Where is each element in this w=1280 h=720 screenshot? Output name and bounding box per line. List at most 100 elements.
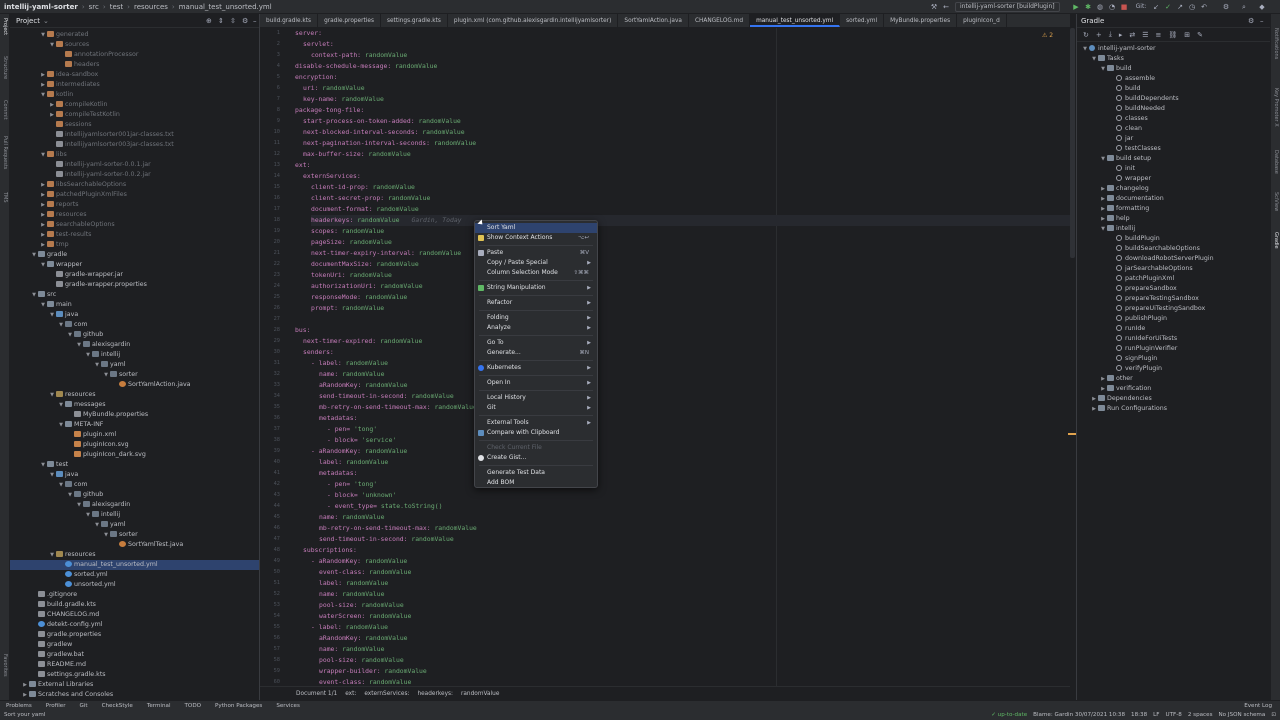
link-icon[interactable]: ⛓ (1168, 31, 1177, 39)
tool-services[interactable]: Services (276, 703, 300, 709)
chevron-right-icon[interactable]: ▶ (1099, 214, 1107, 224)
tool-window-tms[interactable]: TMS (2, 192, 8, 203)
menu-item-analyze[interactable]: Analyze ▶ (475, 323, 597, 333)
gradle-tree-item[interactable]: jarSearchableOptions (1077, 264, 1270, 274)
chevron-right-icon[interactable]: ▶ (48, 110, 56, 120)
chevron-right-icon[interactable]: ▶ (39, 210, 47, 220)
tool-terminal[interactable]: Terminal (147, 703, 171, 709)
menu-item-go-to[interactable]: Go To ▶ (475, 338, 597, 348)
execute-task-icon[interactable]: ▸ (1119, 31, 1123, 39)
project-tree-item[interactable]: intellij-yaml-sorter-0.0.1.jar (10, 160, 259, 170)
editor-tab[interactable]: SortYamlAction.java (618, 14, 689, 27)
git-update-icon[interactable]: ↙ (1152, 3, 1160, 11)
project-tree-item[interactable]: annotationProcessor (10, 50, 259, 60)
project-tree-item[interactable]: detekt-config.yml (10, 620, 259, 630)
breadcrumb-document[interactable]: Document 1/1 (296, 691, 337, 697)
chevron-down-icon[interactable]: ▼ (39, 460, 47, 470)
tool-event-log[interactable]: Event Log (1244, 703, 1272, 709)
project-tree-item[interactable]: ▶ searchableOptions (10, 220, 259, 230)
menu-item-compare-with-clipboard[interactable]: Compare with Clipboard (475, 428, 597, 438)
project-tree-item[interactable]: ▶ patchedPluginXmlFiles (10, 190, 259, 200)
reload-icon[interactable]: ↻ (1083, 31, 1089, 39)
gradle-tree-item[interactable]: publishPlugin (1077, 314, 1270, 324)
collapse-all-icon[interactable]: ≡ (1156, 31, 1162, 39)
project-tree-item[interactable]: ▶ External Libraries (10, 680, 259, 690)
gradle-tree-item[interactable]: ▶ changelog (1077, 184, 1270, 194)
chevron-down-icon[interactable]: ▼ (93, 360, 101, 370)
chevron-down-icon[interactable]: ▼ (84, 350, 92, 360)
project-tree-item[interactable]: ▼ intellij (10, 510, 259, 520)
minimize-icon[interactable]: – (253, 17, 257, 25)
editor-tab[interactable]: gradle.properties (318, 14, 381, 27)
project-tree-item[interactable]: ▼ alexisgardin (10, 340, 259, 350)
status-line-separator[interactable]: LF (1153, 712, 1159, 718)
chevron-right-icon[interactable]: ▶ (39, 190, 47, 200)
chevron-down-icon[interactable]: ▼ (84, 510, 92, 520)
project-tree-item[interactable]: pluginIcon_dark.svg (10, 450, 259, 460)
gradle-tree-item[interactable]: clean (1077, 124, 1270, 134)
project-tree-item[interactable]: ▼ generated (10, 30, 259, 40)
project-tree-item[interactable]: headers (10, 60, 259, 70)
gradle-tree-item[interactable]: buildPlugin (1077, 234, 1270, 244)
chevron-right-icon[interactable]: ▶ (39, 230, 47, 240)
gradle-tree-item[interactable]: ▶ help (1077, 214, 1270, 224)
project-tree-item[interactable]: ▼ yaml (10, 360, 259, 370)
project-tree-item[interactable]: ▼ java (10, 470, 259, 480)
chevron-right-icon[interactable]: ▶ (21, 690, 29, 700)
minimize-icon[interactable]: – (1260, 17, 1264, 25)
collapse-all-icon[interactable]: ⇳ (230, 17, 236, 25)
breadcrumb-headerkeys[interactable]: headerkeys: (417, 691, 453, 697)
chevron-down-icon[interactable]: ▼ (1081, 44, 1089, 54)
project-tree-item[interactable]: sorted.yml (10, 570, 259, 580)
project-tree-item[interactable]: ▼ wrapper (10, 260, 259, 270)
project-tree-item[interactable]: plugin.xml (10, 430, 259, 440)
chevron-down-icon[interactable]: ▼ (66, 490, 74, 500)
chevron-right-icon[interactable]: ▶ (39, 70, 47, 80)
git-commit-icon[interactable]: ✓ (1164, 3, 1172, 11)
project-tree-item[interactable]: ▶ compileTestKotlin (10, 110, 259, 120)
project-tree-item[interactable]: ▶ intermediates (10, 80, 259, 90)
hammer-icon[interactable]: ⚒ (930, 3, 938, 11)
chevron-down-icon[interactable]: ▼ (39, 90, 47, 100)
chevron-right-icon[interactable]: ▶ (1099, 204, 1107, 214)
chevron-right-icon[interactable]: ▶ (21, 680, 29, 690)
gradle-tree-item[interactable]: ▶ verification (1077, 384, 1270, 394)
tool-problems[interactable]: Problems (6, 703, 32, 709)
project-tree-item[interactable]: settings.gradle.kts (10, 670, 259, 680)
chevron-down-icon[interactable]: ▼ (75, 500, 83, 510)
editor-tab[interactable]: MyBundle.properties (884, 14, 958, 27)
editor-tab[interactable]: CHANGELOG.md (689, 14, 751, 27)
toggle-offline-icon[interactable]: ⇄ (1129, 31, 1135, 39)
menu-item-external-tools[interactable]: External Tools ▶ (475, 418, 597, 428)
gradle-tree-item[interactable]: ▶ formatting (1077, 204, 1270, 214)
gradle-tree-item[interactable]: ▶ Run Configurations (1077, 404, 1270, 414)
menu-item-string-manipulation[interactable]: String Manipulation ▶ (475, 283, 597, 293)
gradle-tree-item[interactable]: runPluginVerifier (1077, 344, 1270, 354)
menu-item-generate-test-data[interactable]: Generate Test Data (475, 468, 597, 478)
tool-todo[interactable]: TODO (185, 703, 202, 709)
search-everywhere-icon[interactable]: ⌕ (1240, 3, 1248, 11)
project-tree-item[interactable]: ▼ alexisgardin (10, 500, 259, 510)
gradle-tree-item[interactable]: ▼ Tasks (1077, 54, 1270, 64)
chevron-down-icon[interactable]: ▼ (102, 370, 110, 380)
tool-profiler[interactable]: Profiler (46, 703, 66, 709)
project-tree-item[interactable]: ▶ reports (10, 200, 259, 210)
menu-item-create-gist[interactable]: Create Gist... (475, 453, 597, 463)
menu-item-open-in[interactable]: Open In ▶ (475, 378, 597, 388)
debug-icon[interactable]: ✱ (1084, 3, 1092, 11)
project-tree-item[interactable]: ▼ sorter (10, 370, 259, 380)
editor-tab[interactable]: plugin.xml (com.github.alexisgardin.inte… (448, 14, 619, 27)
chevron-down-icon[interactable]: ▼ (48, 310, 56, 320)
gear-icon[interactable]: ⚙ (1248, 17, 1254, 25)
menu-item-kubernetes[interactable]: Kubernetes ▶ (475, 363, 597, 373)
chevron-down-icon[interactable]: ▼ (75, 340, 83, 350)
gradle-tree-item[interactable]: classes (1077, 114, 1270, 124)
project-tree-item[interactable]: sessions (10, 120, 259, 130)
gradle-tree-item[interactable]: prepareUiTestingSandbox (1077, 304, 1270, 314)
chevron-down-icon[interactable]: ▼ (30, 250, 38, 260)
chevron-down-icon[interactable]: ▼ (1099, 154, 1107, 164)
expand-all-icon[interactable]: ⇕ (218, 17, 224, 25)
tool-window-structure[interactable]: Structure (2, 56, 8, 79)
breadcrumb-extern-services[interactable]: externServices: (364, 691, 409, 697)
chevron-right-icon[interactable]: ▶ (1090, 394, 1098, 404)
